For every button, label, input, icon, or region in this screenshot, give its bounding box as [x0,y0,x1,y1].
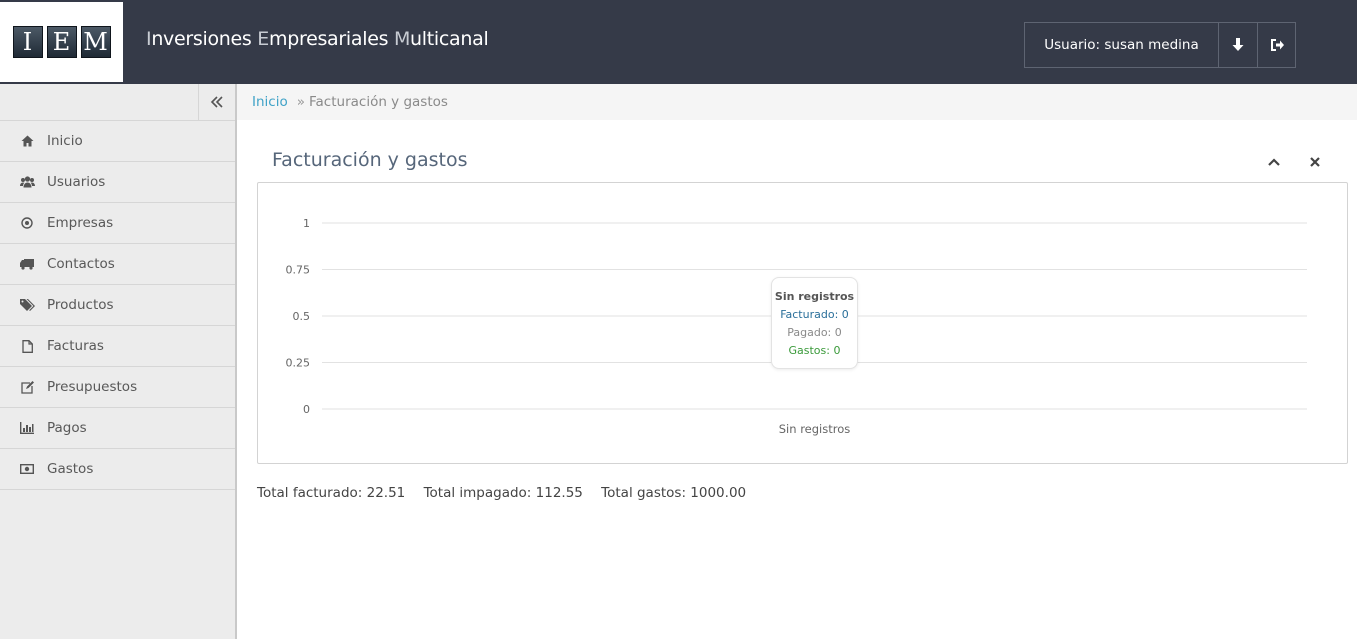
sidebar-item-productos[interactable]: Productos [0,285,235,326]
truck-icon [19,257,35,271]
sidebar-item-facturas[interactable]: Facturas [0,326,235,367]
y-tick-label: 1 [303,217,310,230]
file-icon [19,339,35,353]
sidebar-collapse-button[interactable] [198,84,235,120]
money-icon [19,462,35,476]
logo-letter: E [46,26,77,58]
sign-out-icon [1270,39,1284,51]
chart-tooltip: Sin registros Facturado: 0 Pagado: 0 Gas… [771,277,858,369]
user-controls: Usuario: susan medina [1024,22,1296,68]
total-facturado: Total facturado: 22.51 [257,485,406,501]
y-tick-label: 0.5 [293,310,311,323]
breadcrumb: Inicio » Facturación y gastos [237,84,1357,120]
double-chevron-left-icon [210,96,223,108]
sidebar-item-label: Pagos [47,420,87,436]
close-icon [1310,157,1320,167]
tooltip-pagado: Pagado: 0 [787,326,842,339]
download-button[interactable] [1219,23,1257,67]
breadcrumb-home-link[interactable]: Inicio [252,94,288,110]
total-gastos: Total gastos: 1000.00 [601,485,747,501]
sidebar-item-label: Facturas [47,338,104,354]
tooltip-facturado: Facturado: 0 [780,308,849,321]
sidebar-item-inicio[interactable]: Inicio [0,121,235,162]
bar-chart-icon [19,421,35,435]
sidebar-item-gastos[interactable]: Gastos [0,449,235,490]
app-title: Inversiones Empresariales Multicanal [146,28,489,50]
edit-icon [19,380,35,394]
arrow-down-icon [1232,38,1244,51]
panel-close-button[interactable] [1306,152,1324,172]
home-icon [19,134,35,148]
user-name-button[interactable]: Usuario: susan medina [1025,23,1219,67]
sidebar-item-pagos[interactable]: Pagos [0,408,235,449]
sidebar-item-label: Productos [47,297,114,313]
breadcrumb-current: Facturación y gastos [309,94,448,110]
tooltip-title: Sin registros [774,290,855,303]
y-tick-label: 0 [303,403,310,416]
sidebar-item-usuarios[interactable]: Usuarios [0,162,235,203]
total-impagado: Total impagado: 112.55 [423,485,583,501]
sidebar-item-presupuestos[interactable]: Presupuestos [0,367,235,408]
sidebar-item-label: Gastos [47,461,94,477]
y-tick-label: 0.25 [286,357,311,370]
totals-summary: Total facturado: 22.51 Total impagado: 1… [257,485,760,501]
tags-icon [19,298,35,312]
sidebar-item-label: Inicio [47,133,83,149]
sidebar-item-label: Usuarios [47,174,106,190]
sidebar-item-contactos[interactable]: Contactos [0,244,235,285]
users-icon [19,175,35,189]
logo-letter: I [12,26,43,58]
panel-title: Facturación y gastos [272,149,468,171]
sidebar-item-label: Empresas [47,215,114,231]
dot-circle-icon [19,216,35,230]
breadcrumb-separator: » [296,94,305,110]
panel-collapse-button[interactable] [1265,152,1283,172]
chevron-up-icon [1268,158,1280,166]
sidebar-item-label: Contactos [47,256,115,272]
tooltip-gastos: Gastos: 0 [788,344,841,357]
x-tick-label: Sin registros [779,422,851,436]
logout-button[interactable] [1257,23,1295,67]
sidebar-toolbar [0,84,235,121]
sidebar-item-label: Presupuestos [47,379,138,395]
sidebar-item-empresas[interactable]: Empresas [0,203,235,244]
y-tick-label: 0.75 [286,264,311,277]
top-header: I E M Inversiones Empresariales Multican… [0,0,1357,84]
logo[interactable]: I E M [0,2,123,82]
sidebar: Inicio Usuarios Empresas Contactos Produ… [0,84,237,639]
logo-letter: M [80,26,111,58]
